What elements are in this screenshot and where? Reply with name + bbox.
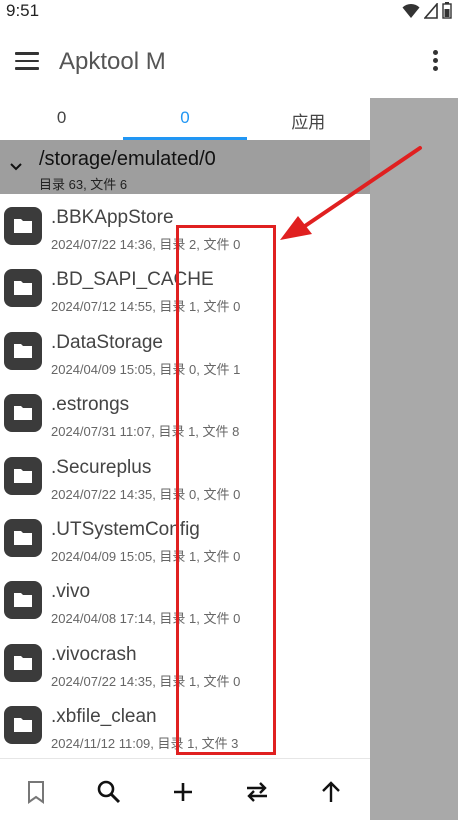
file-name: .Secureplus — [51, 456, 152, 478]
file-name: .vivocrash — [51, 643, 137, 665]
status-time: 9:51 — [6, 1, 40, 20]
folder-icon — [4, 643, 42, 682]
file-name: .BBKAppStore — [51, 207, 174, 228]
annotation-arrow-icon — [280, 146, 422, 240]
folder-icon — [4, 518, 42, 557]
status-icons — [402, 2, 452, 19]
wifi-icon — [402, 3, 420, 18]
search-icon[interactable] — [96, 779, 122, 805]
folder-icon — [4, 706, 42, 745]
folder-icon — [4, 581, 42, 620]
battery-icon — [442, 2, 452, 19]
folder-icon — [4, 207, 42, 245]
file-name: .estrongs — [51, 394, 130, 416]
app-title: Apktool M — [59, 48, 166, 75]
folder-icon — [4, 456, 42, 495]
bottom-toolbar — [0, 758, 370, 821]
folder-icon — [4, 394, 42, 433]
annotation-highlight-box — [176, 225, 276, 755]
current-path: /storage/emulated/0 — [39, 148, 216, 170]
tab-1[interactable]: 0 — [123, 98, 247, 140]
tab-bar: 0 0 应用 — [0, 98, 370, 140]
tab-apps[interactable]: 应用 — [247, 98, 370, 140]
chevron-down-icon[interactable] — [8, 158, 24, 174]
path-summary: 目录 63, 文件 6 — [39, 177, 128, 192]
folder-icon — [4, 331, 42, 370]
menu-icon[interactable] — [15, 52, 39, 70]
arrow-up-icon[interactable] — [318, 779, 344, 805]
bookmark-icon[interactable] — [23, 779, 49, 805]
file-name: .xbfile_clean — [51, 706, 157, 728]
tab-0[interactable]: 0 — [0, 98, 123, 140]
add-icon[interactable] — [170, 779, 196, 805]
signal-icon — [424, 2, 438, 19]
file-name: .vivo — [51, 581, 91, 603]
folder-icon — [4, 269, 42, 308]
status-bar: 9:51 — [0, 0, 458, 24]
swap-icon[interactable] — [244, 779, 270, 805]
app-bar: Apktool M — [0, 24, 458, 98]
file-name: .DataStorage — [51, 331, 163, 353]
more-vert-icon[interactable] — [430, 50, 440, 74]
